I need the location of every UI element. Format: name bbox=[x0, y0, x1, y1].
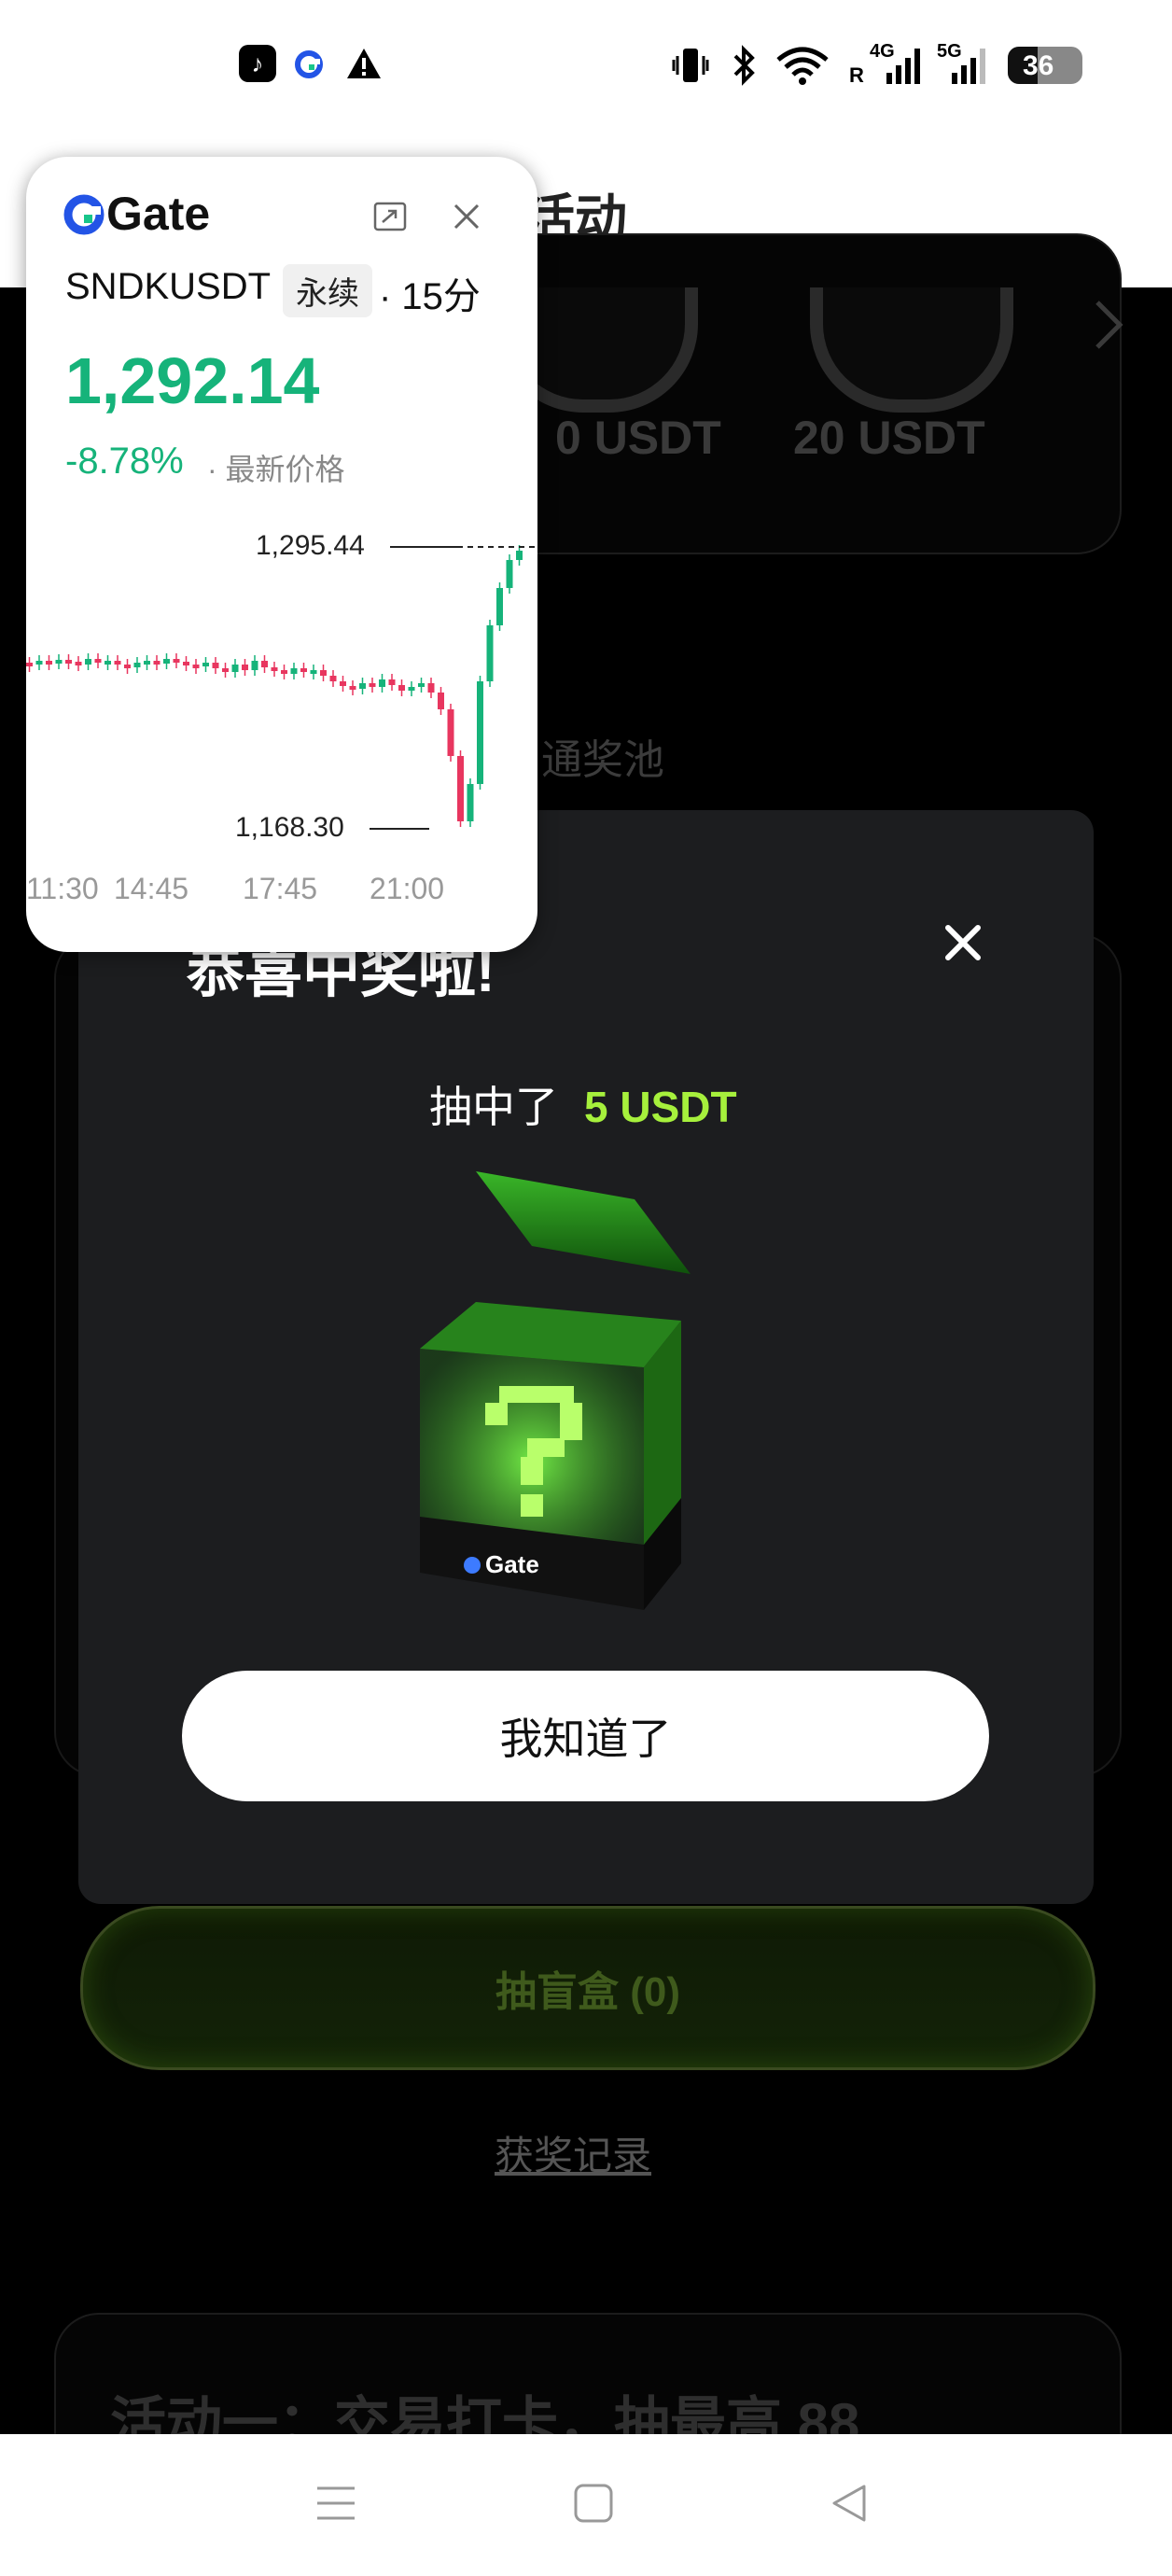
candle bbox=[457, 756, 464, 821]
candle bbox=[408, 687, 415, 691]
candle bbox=[398, 685, 405, 691]
candle bbox=[290, 668, 298, 674]
candle bbox=[65, 660, 72, 664]
candle bbox=[271, 667, 278, 671]
candle bbox=[418, 683, 425, 687]
candle bbox=[329, 676, 337, 681]
candle bbox=[251, 661, 258, 670]
bluetooth-icon bbox=[728, 43, 761, 88]
home-nav-icon[interactable] bbox=[573, 2483, 614, 2524]
roaming-label: R bbox=[849, 63, 864, 87]
candle bbox=[105, 661, 111, 665]
gate-app-icon bbox=[295, 50, 323, 78]
battery-level: 36 bbox=[1023, 50, 1054, 81]
signal-icon-1 bbox=[868, 45, 924, 86]
candle bbox=[35, 661, 43, 665]
candle bbox=[477, 681, 483, 784]
warning-icon bbox=[345, 47, 383, 80]
tiktok-icon: ♪ bbox=[239, 45, 276, 82]
candle bbox=[242, 665, 248, 670]
candle bbox=[124, 665, 131, 668]
price-change: -8.78% bbox=[65, 441, 184, 482]
pool-label: 通奖池 bbox=[541, 737, 664, 783]
low-price-label: 1,168.30 bbox=[235, 812, 344, 843]
candle bbox=[427, 683, 435, 693]
candle bbox=[486, 625, 494, 681]
candle bbox=[320, 670, 327, 676]
candle bbox=[133, 663, 141, 667]
candle bbox=[202, 663, 209, 666]
candle bbox=[222, 668, 229, 672]
gate-logo-icon bbox=[63, 194, 105, 235]
draw-blind-box-button[interactable]: 抽盲盒 (0) bbox=[80, 1906, 1095, 2070]
candle bbox=[114, 661, 121, 665]
time-label: 11:30 bbox=[26, 872, 99, 905]
back-nav-icon[interactable] bbox=[829, 2483, 870, 2524]
widget-symbol: SNDKUSDT bbox=[65, 266, 272, 307]
candle bbox=[310, 670, 317, 674]
candle bbox=[516, 551, 523, 560]
widget-close-icon[interactable] bbox=[448, 198, 485, 235]
candle bbox=[192, 665, 200, 668]
candle bbox=[388, 679, 396, 685]
candle bbox=[231, 665, 239, 672]
mystery-box-image: Gate bbox=[411, 1162, 765, 1629]
candle bbox=[55, 660, 63, 664]
high-price-label: 1,295.44 bbox=[256, 530, 365, 561]
latest-price-label: · 最新价格 bbox=[207, 453, 345, 486]
won-label: 抽中了 bbox=[429, 1083, 558, 1131]
candle bbox=[212, 663, 219, 668]
signal-icon-2 bbox=[933, 45, 989, 86]
time-label: 21:00 bbox=[370, 872, 445, 905]
time-label: 17:45 bbox=[243, 872, 318, 905]
won-value: 5 USDT bbox=[584, 1083, 737, 1131]
candle bbox=[349, 686, 356, 690]
candle bbox=[369, 683, 376, 687]
expand-icon[interactable] bbox=[371, 198, 409, 235]
candle bbox=[506, 560, 513, 588]
candle bbox=[438, 693, 444, 709]
candle bbox=[467, 784, 474, 821]
candlestick-chart bbox=[26, 545, 537, 830]
chevron-right-icon[interactable] bbox=[1090, 297, 1127, 353]
candle bbox=[359, 683, 366, 689]
candle bbox=[26, 663, 33, 666]
candle bbox=[261, 661, 268, 667]
prize-amount: 20 USDT bbox=[793, 412, 985, 464]
vibrate-icon bbox=[672, 45, 709, 86]
candle bbox=[163, 659, 170, 664]
confirm-button[interactable]: 我知道了 bbox=[182, 1671, 989, 1801]
candle bbox=[144, 661, 150, 665]
widget-brand: Gate bbox=[106, 188, 211, 240]
menu-nav-icon[interactable] bbox=[314, 2483, 358, 2524]
candle bbox=[300, 668, 307, 672]
close-icon[interactable] bbox=[935, 915, 991, 971]
interval-label: · 15分 bbox=[379, 276, 481, 317]
candle bbox=[183, 662, 189, 665]
candle bbox=[379, 679, 385, 687]
prize-amount: 0 USDT bbox=[555, 412, 721, 464]
prize-records-link[interactable]: 获奖记录 bbox=[495, 2124, 651, 2181]
time-label: 14:45 bbox=[114, 872, 189, 905]
candle bbox=[173, 659, 180, 663]
box-brand-text: Gate bbox=[485, 1550, 539, 1578]
candle bbox=[496, 588, 503, 625]
candle bbox=[340, 681, 346, 686]
won-line: 抽中了 5 USDT bbox=[429, 1073, 737, 1135]
wifi-icon bbox=[774, 45, 830, 86]
candle bbox=[46, 661, 52, 665]
candle bbox=[153, 661, 160, 665]
candle bbox=[447, 709, 454, 756]
candle bbox=[75, 662, 82, 665]
contract-type-badge: 永续 bbox=[283, 264, 372, 317]
status-time: 22:23 bbox=[98, 38, 213, 87]
last-price: 1,292.14 bbox=[65, 344, 320, 417]
candle bbox=[94, 659, 102, 663]
candle bbox=[281, 670, 287, 674]
candle bbox=[85, 659, 91, 665]
